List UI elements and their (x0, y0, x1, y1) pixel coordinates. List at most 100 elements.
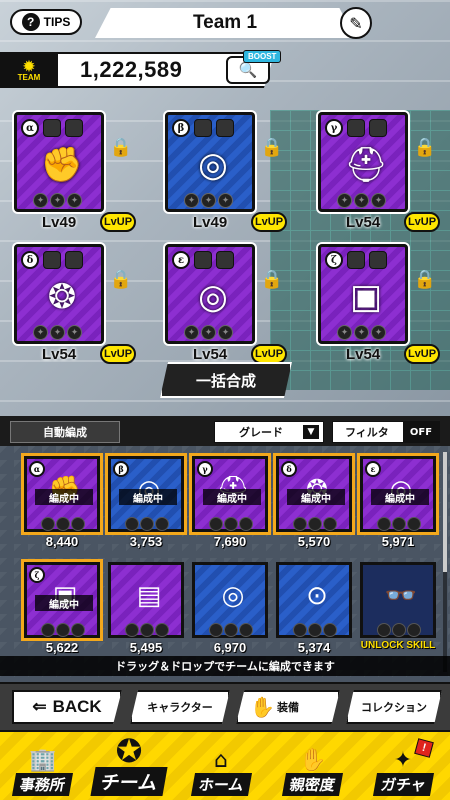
star-slot-icon: ✦ (201, 325, 216, 340)
team-power-value: 1,222,589 (80, 57, 183, 82)
star-slot-icon: ✦ (67, 193, 82, 208)
star-slot-icon: ✦ (184, 325, 199, 340)
nav-item[interactable]: ⌂ ホーム (178, 736, 264, 796)
greek-letter-icon: γ (197, 461, 213, 477)
team-title: Team 1 (95, 8, 355, 38)
item-frame[interactable]: ◎ (192, 562, 268, 638)
skill-stars (293, 623, 337, 637)
skill-stars: ✦ ✦ ✦ (33, 193, 82, 208)
equipment-icon: ▤ (136, 581, 162, 611)
item-frame[interactable]: α ✊ 編成中 (24, 456, 100, 532)
level-up-button[interactable]: LvUP (404, 344, 440, 364)
inventory-item[interactable]: 👓 UNLOCK SKILL (360, 562, 440, 662)
skill-stars (125, 517, 169, 531)
bulk-merge-button[interactable]: 一括合成 (160, 362, 292, 398)
skill-stars (377, 517, 421, 531)
level-up-button[interactable]: LvUP (251, 212, 287, 232)
tab-collection[interactable]: コレクション (346, 690, 442, 724)
tab-equipment[interactable]: ✋ 装備 (236, 690, 340, 724)
item-power: 7,690 (213, 534, 247, 549)
slot-card[interactable]: ε ◎ ✦ ✦ ✦ (165, 244, 255, 344)
level-up-button[interactable]: LvUP (100, 344, 136, 364)
item-power: 5,570 (297, 534, 331, 549)
slot-card[interactable]: α ✊ ✦ ✦ ✦ (14, 112, 104, 212)
equipment-slot[interactable]: β ◎ ✦ ✦ ✦ 🔒 Lv49 LvUP (165, 112, 287, 240)
equipped-badge: 編成中 (371, 489, 429, 505)
skill-icon (43, 251, 61, 269)
inventory-item[interactable]: ◎ 6,970 (192, 562, 272, 662)
inventory-item[interactable]: ε ◎ 編成中 5,971 (360, 456, 440, 556)
alert-badge: ! (414, 738, 434, 758)
equipped-badge: 編成中 (35, 489, 93, 505)
equipment-inventory[interactable]: α ✊ 編成中 8,440 β ◎ 編成中 3,753 γ ⛑ 編成中 7,69… (0, 446, 450, 682)
edit-team-button[interactable]: ✎ (340, 7, 372, 39)
tab-equipment-label: 装備 (277, 701, 299, 714)
star-slot-icon: ✦ (67, 325, 82, 340)
inventory-item[interactable]: ζ ▣ 編成中 5,622 (24, 562, 104, 662)
top-bar: ? TIPS Team 1 ✎ (0, 0, 450, 46)
item-frame[interactable]: ⊙ (276, 562, 352, 638)
back-arrow-icon: ⇐ (32, 697, 47, 716)
skill-icon (194, 251, 212, 269)
inventory-item[interactable]: β ◎ 編成中 3,753 (108, 456, 188, 556)
auto-form-button[interactable]: 自動編成 (10, 421, 120, 443)
nav-item[interactable]: ✋ 親密度 (270, 736, 356, 796)
boost-tag: BOOST (243, 50, 282, 63)
nav-item[interactable]: ✪ チーム (86, 735, 172, 796)
tips-label: TIPS (43, 15, 71, 29)
star-slot-icon: ✦ (337, 193, 352, 208)
scrollbar-thumb[interactable] (443, 452, 447, 572)
item-frame[interactable]: 👓 (360, 562, 436, 638)
equipment-slot[interactable]: ε ◎ ✦ ✦ ✦ 🔒 Lv54 LvUP (165, 244, 287, 372)
slot-level: Lv54 (42, 346, 77, 363)
inventory-item[interactable]: γ ⛑ 編成中 7,690 (192, 456, 272, 556)
skill-stars (209, 623, 253, 637)
skill-stars (209, 517, 253, 531)
level-up-button[interactable]: LvUP (100, 212, 136, 232)
inventory-item[interactable]: δ ❂ 編成中 5,570 (276, 456, 356, 556)
level-up-button[interactable]: LvUP (404, 212, 440, 232)
level-up-button[interactable]: LvUP (251, 344, 287, 364)
skill-stars (125, 623, 169, 637)
slot-card[interactable]: ζ ▣ ✦ ✦ ✦ (318, 244, 408, 344)
skill-icon (65, 119, 83, 137)
inventory-item[interactable]: ▤ 5,495 (108, 562, 188, 662)
slot-card[interactable]: δ ❂ ✦ ✦ ✦ (14, 244, 104, 344)
item-frame[interactable]: γ ⛑ 編成中 (192, 456, 268, 532)
item-frame[interactable]: ζ ▣ 編成中 (24, 562, 100, 638)
greek-letter-icon: β (113, 461, 129, 477)
equipment-slot[interactable]: α ✊ ✦ ✦ ✦ 🔒 Lv49 LvUP (14, 112, 136, 240)
greek-letter-icon: ζ (29, 567, 45, 583)
tips-button[interactable]: ? TIPS (10, 9, 82, 35)
grade-sort-button[interactable]: グレード ▼ (214, 421, 324, 443)
greek-letter-icon: β (172, 119, 190, 137)
item-power: 8,440 (45, 534, 79, 549)
nav-item[interactable]: 🏢 事務所 (0, 736, 86, 796)
greek-letter-icon: δ (281, 461, 297, 477)
item-power: 5,971 (381, 534, 415, 549)
item-frame[interactable]: ε ◎ 編成中 (360, 456, 436, 532)
item-frame[interactable]: ▤ (108, 562, 184, 638)
skill-stars (41, 517, 85, 531)
item-frame[interactable]: β ◎ 編成中 (108, 456, 184, 532)
slot-card[interactable]: β ◎ ✦ ✦ ✦ (165, 112, 255, 212)
tab-character[interactable]: キャラクター (130, 690, 230, 724)
equipment-slot[interactable]: ζ ▣ ✦ ✦ ✦ 🔒 Lv54 LvUP (318, 244, 440, 372)
hand-pointer-icon: ✋ (250, 695, 275, 719)
star-slot-icon: ✦ (33, 325, 48, 340)
pencil-icon: ✎ (349, 13, 363, 33)
inventory-item[interactable]: α ✊ 編成中 8,440 (24, 456, 104, 556)
inventory-item[interactable]: ⊙ 5,374 (276, 562, 356, 662)
slot-level: Lv49 (42, 214, 77, 231)
bottom-navigation: 🏢 事務所 ✪ チーム ⌂ ホーム ✋ 親密度 ✦ ガチャ ! (0, 730, 450, 800)
skill-stars (293, 517, 337, 531)
back-button[interactable]: ⇐ BACK (12, 690, 122, 724)
skill-icon (216, 251, 234, 269)
slot-card[interactable]: γ ⛑ ✦ ✦ ✦ (318, 112, 408, 212)
sort-down-icon: ▼ (303, 425, 319, 439)
item-frame[interactable]: δ ❂ 編成中 (276, 456, 352, 532)
filter-button[interactable]: フィルタ OFF (332, 421, 440, 443)
nav-item[interactable]: ✦ ガチャ ! (360, 736, 446, 796)
equipment-slot[interactable]: γ ⛑ ✦ ✦ ✦ 🔒 Lv54 LvUP (318, 112, 440, 240)
equipment-slot[interactable]: δ ❂ ✦ ✦ ✦ 🔒 Lv54 LvUP (14, 244, 136, 372)
